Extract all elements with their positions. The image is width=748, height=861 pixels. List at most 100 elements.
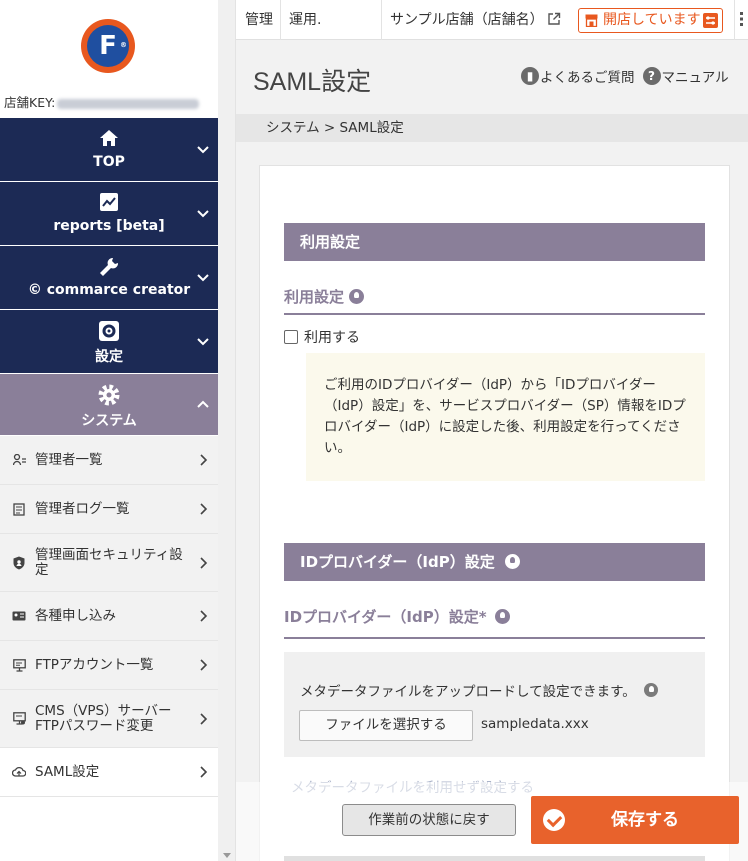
brand-logo[interactable]: F ®: [81, 19, 135, 73]
next-section-edge: [284, 856, 705, 861]
menu-grip-icon[interactable]: [740, 12, 748, 26]
store-open-status-label: 開店しています: [603, 12, 701, 28]
chevron-down-icon: [197, 210, 209, 218]
menu-settings[interactable]: 設定: [0, 310, 218, 374]
chevron-down-icon: [197, 146, 209, 154]
selected-file-name: sampledata.xxx: [481, 716, 589, 732]
faq-link[interactable]: よくあるご質問: [540, 66, 635, 86]
chevron-down-icon: [197, 274, 209, 282]
chevron-right-icon: [200, 454, 208, 466]
menu-commarce-creator[interactable]: © commarce creator: [0, 246, 218, 310]
submenu-cms-ftp-password[interactable]: CMS（VPS）サーバー FTPパスワード変更: [0, 690, 218, 748]
monitor-icon: [12, 658, 26, 672]
submenu-admin-log[interactable]: 管理者ログ一覧: [0, 485, 218, 534]
lightbulb-icon[interactable]: [504, 554, 520, 569]
gear-icon: [0, 384, 218, 411]
c-logo-icon: ©: [27, 282, 47, 298]
brand-logo-letter: F ®: [87, 25, 129, 67]
divider: [280, 0, 281, 40]
store-key-label: 店舗KEY:: [4, 95, 56, 110]
divider: [734, 0, 735, 40]
chevron-right-icon: [200, 659, 208, 671]
operation-tab[interactable]: 運用.: [289, 0, 321, 40]
submenu-applications[interactable]: 各種申し込み: [0, 592, 218, 641]
usage-subheading-label: 利用設定: [284, 288, 345, 306]
faq-icon: ▮: [521, 67, 539, 85]
logo-area: F ® 店舗KEY:: [0, 0, 218, 118]
store-key-value-blurred: [57, 98, 200, 109]
chevron-right-icon: [200, 557, 208, 569]
user-list-icon: [12, 453, 26, 467]
metadata-upload-box: メタデータファイルをアップロードして設定できます。 ファイルを選択する samp…: [284, 652, 705, 757]
reset-button[interactable]: 作業前の状態に戻す: [342, 804, 516, 836]
chevron-right-icon: [200, 503, 208, 515]
gear-icon: [0, 320, 218, 347]
sidebar: F ® 店舗KEY: TOP reports [beta] © commarce …: [0, 0, 218, 861]
metadata-upload-text-row: メタデータファイルをアップロードして設定できます。: [300, 680, 658, 700]
store-name-link[interactable]: サンプル店舗（店舗名）: [390, 0, 544, 40]
menu-settings-label: 設定: [95, 349, 123, 365]
store-open-status-button[interactable]: 開店しています: [578, 8, 723, 33]
scroll-down-arrow-icon[interactable]: [223, 853, 231, 858]
use-checkbox-label[interactable]: 利用する: [304, 327, 360, 347]
log-icon: [12, 502, 26, 516]
submenu-label: FTPアカウント一覧: [35, 656, 154, 673]
submenu-ftp-accounts[interactable]: FTPアカウント一覧: [0, 641, 218, 690]
toggle-icon: [703, 13, 718, 28]
submenu-label: SAML設定: [35, 763, 100, 780]
select-file-button[interactable]: ファイルを選択する: [299, 710, 473, 741]
menu-system-label: システム: [81, 413, 137, 429]
metadata-upload-text: メタデータファイルをアップロードして設定できます。: [300, 684, 636, 700]
lightbulb-icon[interactable]: [643, 683, 658, 697]
menu-commarce-creator-text: commarce creator: [46, 282, 191, 298]
wrench-icon: [0, 256, 218, 283]
chevron-right-icon: [200, 766, 208, 778]
check-circle-icon: [543, 809, 565, 831]
question-icon: ?: [642, 67, 661, 85]
submenu-label: 管理画面セキュリティ設定: [35, 546, 183, 578]
submenu-label: 各種申し込み: [35, 607, 116, 624]
chevron-right-icon: [200, 713, 208, 725]
submenu-label: 管理者ログ一覧: [35, 500, 130, 517]
usage-subheading: 利用設定: [284, 286, 705, 315]
external-link-icon[interactable]: [547, 12, 561, 26]
submenu-saml-settings[interactable]: SAML設定: [0, 748, 218, 797]
chevron-down-icon: [197, 338, 209, 346]
save-button[interactable]: 保存する: [531, 796, 739, 844]
id-card-icon: [12, 609, 26, 623]
home-icon: [0, 128, 218, 153]
usage-notice: ご利用のIDプロバイダー（IdP）から「IDプロバイダー（IdP）設定」を、サー…: [306, 353, 705, 481]
submenu-label: 管理者一覧: [35, 451, 103, 468]
divider: [381, 0, 382, 40]
submenu-security-settings[interactable]: 管理画面セキュリティ設定: [0, 534, 218, 592]
idp-subheading-label: IDプロバイダー（IdP）設定*: [284, 608, 487, 626]
server-icon: [12, 712, 26, 726]
lightbulb-icon[interactable]: [349, 289, 365, 304]
use-checkbox[interactable]: [284, 330, 298, 344]
menu-system[interactable]: システム: [0, 374, 218, 436]
cloud-upload-icon: [12, 765, 26, 779]
menu-top[interactable]: TOP: [0, 118, 218, 182]
usage-section-header: 利用設定: [284, 223, 705, 261]
idp-subheading: IDプロバイダー（IdP）設定*: [284, 606, 705, 639]
idp-section-header: IDプロバイダー（IdP）設定: [284, 543, 705, 581]
lightbulb-icon[interactable]: [494, 609, 510, 624]
manual-link[interactable]: マニュアル: [662, 66, 729, 86]
page-title: SAML設定: [253, 68, 372, 96]
shop-icon: [585, 14, 598, 27]
help-links: ▮ よくあるご質問 ? マニュアル: [521, 66, 729, 86]
save-button-label: 保存する: [611, 810, 679, 830]
submenu-label: CMS（VPS）サーバー FTPパスワード変更: [35, 702, 172, 734]
use-checkbox-row[interactable]: 利用する: [284, 327, 360, 347]
menu-reports-label: reports [beta]: [53, 218, 165, 234]
chevron-right-icon: [200, 610, 208, 622]
menu-commarce-creator-label: © commarce creator: [0, 282, 218, 298]
chart-line-icon: [0, 192, 218, 217]
top-bar: 管理 運用. サンプル店舗（店舗名） 開店しています: [236, 0, 748, 40]
shield-icon: [12, 556, 26, 570]
manage-tab[interactable]: 管理: [245, 0, 273, 40]
menu-reports[interactable]: reports [beta]: [0, 182, 218, 246]
idp-section-header-label: IDプロバイダー（IdP）設定: [300, 553, 495, 571]
submenu-admin-list[interactable]: 管理者一覧: [0, 436, 218, 485]
sidebar-scrollbar[interactable]: [218, 0, 236, 861]
